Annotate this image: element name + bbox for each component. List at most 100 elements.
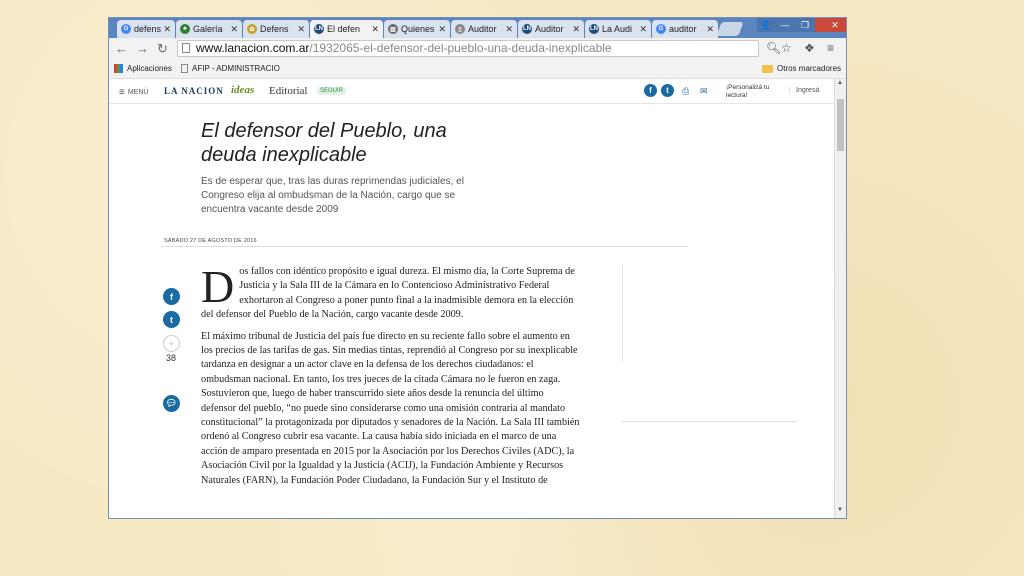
tab-2[interactable]: ♣ Galería ✕ — [176, 20, 242, 38]
article-date: SÁBADO 27 DE AGOSTO DE 2016 — [164, 238, 257, 244]
scroll-down-icon[interactable]: ▼ — [837, 507, 843, 513]
ideas-logo[interactable]: ideas — [231, 84, 254, 96]
login-link[interactable]: Ingresá — [789, 87, 819, 94]
email-icon[interactable]: ✉ — [700, 86, 708, 97]
tab-strip: G defens ✕ ♣ Galería ✕ ✿ Defens ✕ LN El … — [109, 18, 846, 38]
tab-5[interactable]: ▥ Quienes ✕ — [384, 20, 450, 38]
bookmark-afip[interactable]: AFIP - ADMINISTRACIO — [181, 64, 280, 73]
tab-label: El defen — [327, 24, 361, 34]
menu-icon[interactable]: ≡ — [827, 41, 834, 55]
tab-9[interactable]: G auditor ✕ — [652, 20, 718, 38]
tab-4-active[interactable]: LN El defen ✕ — [310, 20, 383, 38]
tab-6[interactable]: ▯ Auditor ✕ — [451, 20, 517, 38]
close-icon[interactable]: ✕ — [371, 24, 379, 35]
web-page: ≡ MENÚ LA NACION ideas Editorial SEGUIR … — [109, 79, 834, 518]
bookmark-label: Aplicaciones — [127, 64, 172, 73]
section-title: Editorial — [269, 85, 308, 97]
reload-icon[interactable]: ↻ — [157, 41, 168, 57]
drop-cap: D — [201, 261, 235, 312]
follow-button[interactable]: SEGUIR — [317, 87, 347, 95]
close-icon[interactable]: ✕ — [297, 24, 305, 35]
page-icon: ▯ — [455, 24, 465, 34]
personalize-link[interactable]: ¡Personalizá tu lectura! — [726, 84, 781, 100]
lanacion-icon: LN — [314, 24, 324, 34]
menu-button[interactable]: ≡ MENÚ — [119, 87, 148, 98]
lanacion-icon: LN — [522, 24, 532, 34]
tab-3[interactable]: ✿ Defens ✕ — [243, 20, 309, 38]
tab-label: defens — [134, 24, 162, 34]
page-icon — [181, 64, 188, 73]
bars-icon: ▥ — [388, 24, 398, 34]
tab-label: Galería — [193, 24, 223, 34]
bookmark-apps[interactable]: Aplicaciones — [114, 64, 172, 73]
article-paragraph: El máximo tribunal de Justicia del país … — [201, 330, 580, 486]
more-share-icon[interactable]: + — [163, 335, 180, 352]
address-toolbar: ← → ↻ www.lanacion.com.ar/1932065-el-def… — [109, 38, 846, 60]
page-scrollbar[interactable]: ▲ ▼ — [834, 79, 846, 518]
comments-icon[interactable]: 💬︎ — [163, 395, 180, 412]
close-icon[interactable]: ✕ — [438, 24, 446, 35]
lanacion-icon: LN — [589, 24, 599, 34]
address-bar[interactable]: www.lanacion.com.ar/1932065-el-defensor-… — [177, 40, 759, 57]
bookmarks-bar: Aplicaciones AFIP - ADMINISTRACIO Otros … — [109, 60, 846, 79]
apps-grid-icon — [114, 64, 123, 73]
tab-8[interactable]: LN La Audi ✕ — [585, 20, 651, 38]
tab-label: Auditor — [468, 24, 497, 34]
tab-1[interactable]: G defens ✕ — [117, 20, 175, 38]
tab-label: Quienes — [401, 24, 435, 34]
site-header: ≡ MENÚ LA NACION ideas Editorial SEGUIR … — [109, 79, 834, 104]
paragraph-text: os fallos con idéntico propósito e igual… — [201, 266, 575, 321]
new-tab-button[interactable] — [716, 22, 744, 36]
tab-label: Defens — [260, 24, 289, 34]
bookmark-label: AFIP - ADMINISTRACIO — [192, 64, 280, 73]
close-icon[interactable]: ✕ — [230, 24, 238, 35]
zoom-icon[interactable]: 🔍︎ — [766, 41, 781, 55]
minimize-button[interactable]: — — [775, 18, 795, 32]
twitter-icon[interactable]: t — [661, 84, 674, 97]
facebook-icon[interactable]: f — [644, 84, 657, 97]
divider — [161, 246, 688, 247]
bookmark-others[interactable]: Otros marcadores — [762, 64, 841, 73]
back-icon[interactable]: ← — [115, 41, 128, 56]
tab-label: auditor — [669, 24, 697, 34]
twitter-share-icon[interactable]: t — [163, 311, 180, 328]
menu-label: MENÚ — [127, 89, 149, 96]
close-icon[interactable]: ✕ — [505, 24, 513, 35]
url-path: /1932065-el-defensor-del-pueblo-una-deud… — [309, 41, 612, 55]
article-title: El defensor del Pueblo, una deuda inexpl… — [201, 120, 447, 166]
hamburger-icon: ≡ — [119, 87, 125, 98]
tab-label: Auditor — [535, 24, 564, 34]
tab-label: La Audi — [602, 24, 633, 34]
google-icon: G — [121, 24, 131, 34]
google-icon: G — [656, 24, 666, 34]
article-body: Dos fallos con idéntico propósito e igua… — [201, 261, 581, 495]
forward-icon[interactable]: → — [136, 41, 149, 56]
browser-window: G defens ✕ ♣ Galería ✕ ✿ Defens ✕ LN El … — [109, 18, 846, 518]
site-logo[interactable]: LA NACION — [164, 86, 224, 96]
article-paragraph: Dos fallos con idéntico propósito e igua… — [201, 261, 581, 323]
facebook-share-icon[interactable]: f — [163, 288, 180, 305]
page-info-icon[interactable] — [182, 43, 190, 53]
shield-icon: ✿ — [247, 24, 257, 34]
close-window-button[interactable]: ✕ — [815, 18, 846, 32]
close-icon[interactable]: ✕ — [706, 24, 714, 35]
maximize-button[interactable]: ❐ — [795, 18, 815, 32]
close-icon[interactable]: ✕ — [572, 24, 580, 35]
profile-icon[interactable]: 👤 — [757, 18, 775, 32]
url-host: www.lanacion.com.ar — [196, 41, 310, 55]
window-controls: 👤 — ❐ ✕ — [757, 18, 846, 32]
article-subtitle: Es de esperar que, tras las duras reprim… — [201, 176, 464, 215]
sidebar-divider — [622, 265, 623, 362]
comment-count: 38 — [165, 353, 176, 363]
dropbox-icon[interactable]: ❖ — [804, 41, 815, 55]
close-icon[interactable]: ✕ — [163, 24, 171, 35]
scroll-thumb[interactable] — [837, 99, 844, 151]
tab-7[interactable]: LN Auditor ✕ — [518, 20, 584, 38]
print-icon[interactable]: ⎙ — [682, 86, 689, 97]
bookmark-label: Otros marcadores — [777, 64, 842, 73]
star-icon[interactable]: ☆ — [781, 41, 792, 55]
tree-icon: ♣ — [180, 24, 190, 34]
folder-icon — [762, 64, 773, 73]
close-icon[interactable]: ✕ — [639, 24, 647, 35]
scroll-up-icon[interactable]: ▲ — [837, 80, 843, 86]
